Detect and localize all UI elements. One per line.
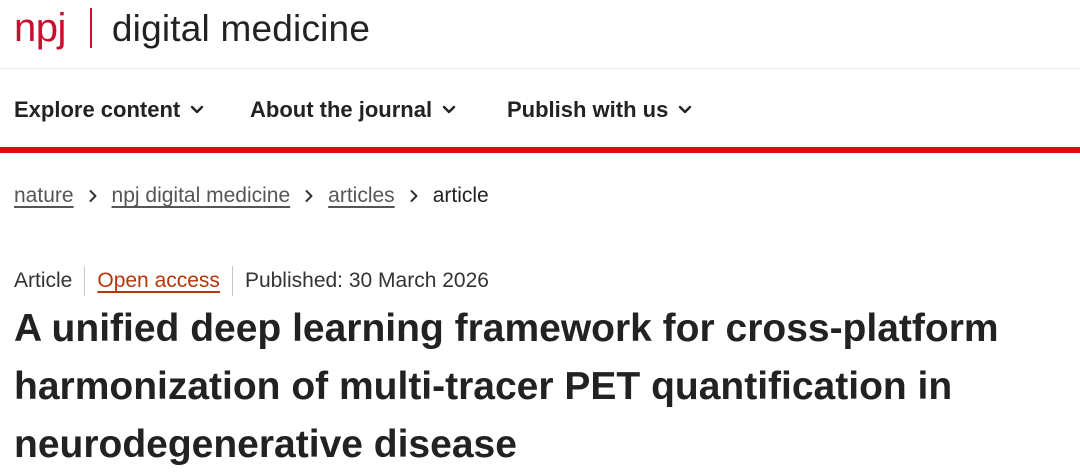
chevron-right-icon [409,189,419,203]
nav-item-label: Explore content [14,97,181,122]
site-header: npj digital medicine [0,0,1080,69]
nav-publish-with-us[interactable]: Publish with us [507,97,692,123]
chevron-right-icon [304,189,314,203]
logo-npj: npj [14,6,66,50]
breadcrumb-npj-digital-medicine[interactable]: npj digital medicine [112,184,291,208]
nav-explore-content[interactable]: Explore content [14,97,204,123]
chevron-down-icon [191,105,204,114]
meta-divider [84,266,86,296]
article-meta: Article Open access Published: 30 March … [14,266,489,296]
chevron-right-icon [88,189,98,203]
breadcrumb-current: article [432,184,489,207]
nav-item-label: About the journal [250,97,433,122]
breadcrumb-articles[interactable]: articles [328,184,395,208]
logo-divider [89,8,92,48]
journal-logo[interactable]: npj digital medicine [14,4,370,52]
open-access-link[interactable]: Open access [97,269,220,293]
breadcrumb-nature[interactable]: nature [14,184,74,208]
nav-about-the-journal[interactable]: About the journal [250,97,456,123]
meta-divider [231,266,233,296]
breadcrumb: nature npj digital medicine articles art… [14,184,489,208]
chevron-down-icon [442,105,456,114]
main-nav: Explore content About the journal Publis… [0,69,1080,153]
chevron-down-icon [679,105,692,114]
logo-journal-name: digital medicine [111,7,371,49]
nav-item-label: Publish with us [507,97,669,122]
article-type: Article [14,269,73,292]
article-title: A unified deep learning framework for cr… [14,307,999,466]
published-date: Published: 30 March 2026 [244,269,489,292]
